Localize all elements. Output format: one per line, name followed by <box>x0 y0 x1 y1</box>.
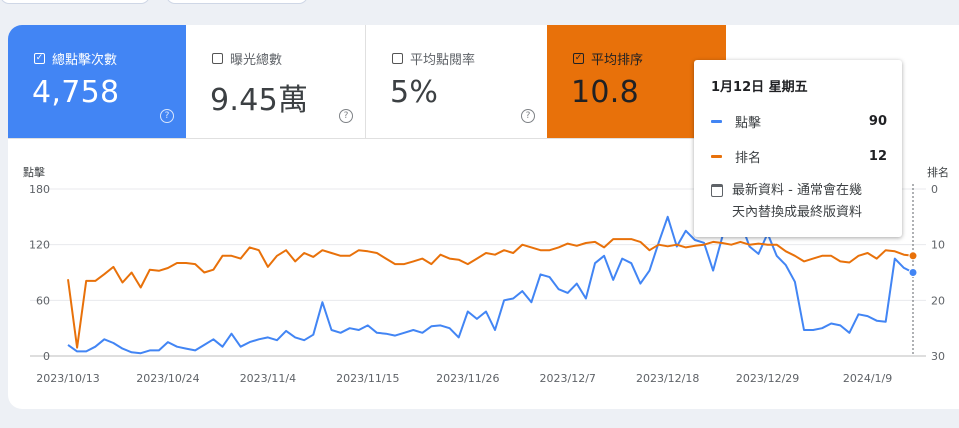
tooltip-series-name: 點擊 <box>735 115 762 131</box>
left-axis-tick: 120 <box>29 239 50 252</box>
right-axis-tick: 30 <box>931 350 945 363</box>
right-axis-tick: 10 <box>931 239 945 252</box>
left-axis-label: 點擊 <box>23 165 45 179</box>
tooltip-series-name: 排名 <box>735 150 762 166</box>
x-axis-tick: 2023/10/13 <box>36 372 99 385</box>
left-axis-tick: 180 <box>29 183 50 196</box>
right-axis-tick: 0 <box>931 183 938 196</box>
tooltip-note-line: 天內替換成最終版資料 <box>732 205 863 220</box>
tooltip-row-position: 排名 12 <box>711 147 887 166</box>
calendar-icon <box>711 184 723 197</box>
series-line-clicks <box>67 215 914 355</box>
tooltip-series-value: 12 <box>868 148 887 164</box>
series-swatch <box>711 119 722 123</box>
tooltip-row-clicks: 點擊 90 <box>711 112 887 131</box>
x-axis-tick: 2023/11/15 <box>336 372 399 385</box>
left-axis-tick: 0 <box>43 350 50 363</box>
hover-point <box>908 268 918 277</box>
hover-point <box>908 251 918 261</box>
tooltip-note-line: 最新資料 - 通常會在幾 <box>732 183 862 198</box>
x-axis-tick: 2023/12/7 <box>540 372 596 385</box>
chart-tooltip: 1月12日 星期五 點擊 90 排名 12 最新資料 - 通常會在幾 天內替換成… <box>694 60 902 237</box>
x-axis-tick: 2023/12/18 <box>636 372 699 385</box>
right-axis-tick: 20 <box>931 294 945 307</box>
x-axis-tick: 2023/10/24 <box>136 372 199 385</box>
right-axis-label: 排名 <box>927 165 949 179</box>
left-axis-tick: 60 <box>36 294 50 307</box>
x-axis-tick: 2023/11/26 <box>436 372 499 385</box>
x-axis-tick: 2023/11/4 <box>240 372 296 385</box>
x-axis-tick: 2023/12/29 <box>736 372 799 385</box>
tooltip-series-value: 90 <box>868 113 887 129</box>
x-axis-tick: 2024/1/9 <box>843 372 892 385</box>
tooltip-date: 1月12日 星期五 <box>711 80 808 95</box>
series-line-position <box>67 238 914 349</box>
series-swatch <box>711 154 722 158</box>
tooltip-note: 最新資料 - 通常會在幾 天內替換成最終版資料 <box>711 180 862 224</box>
